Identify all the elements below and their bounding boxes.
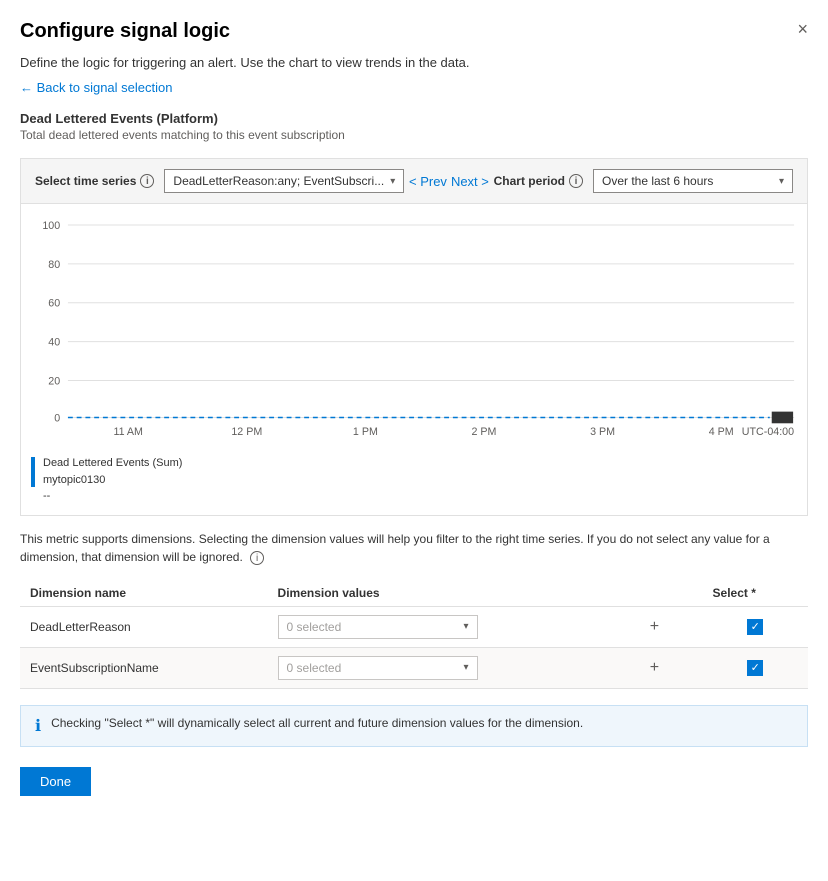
dialog-header: Configure signal logic ×: [20, 20, 808, 43]
svg-text:20: 20: [48, 375, 60, 387]
dialog-subtitle: Define the logic for triggering an alert…: [20, 55, 808, 70]
signal-name: Dead Lettered Events (Platform): [20, 111, 808, 126]
svg-text:60: 60: [48, 298, 60, 310]
dimension-name-cell: EventSubscriptionName: [20, 647, 268, 688]
configure-signal-dialog: Configure signal logic × Define the logi…: [0, 0, 828, 881]
dimension-name-cell: DeadLetterReason: [20, 606, 268, 647]
add-dimension-value-icon[interactable]: +: [644, 616, 665, 637]
dimension-select-star-cell: [703, 647, 808, 688]
chart-period-dropdown[interactable]: Over the last 6 hours ▾: [593, 169, 793, 193]
prev-button[interactable]: < Prev: [409, 174, 447, 189]
dimension-select-star-checkbox[interactable]: [747, 660, 763, 676]
time-series-chevron-down-icon: ▾: [390, 176, 395, 187]
dimensions-info-text: This metric supports dimensions. Selecti…: [20, 530, 808, 566]
time-series-dropdown[interactable]: DeadLetterReason:any; EventSubscri... ▾: [164, 169, 404, 193]
col-header-select: Select *: [703, 580, 808, 607]
time-series-label: Select time series i: [35, 174, 154, 188]
table-row: DeadLetterReason 0 selected ▾ +: [20, 606, 808, 647]
chart-period-info-icon[interactable]: i: [569, 174, 583, 188]
info-banner-text: Checking "Select *" will dynamically sel…: [51, 716, 583, 730]
svg-text:2 PM: 2 PM: [472, 426, 497, 438]
dimension-values-cell: 0 selected ▾: [268, 647, 634, 688]
dimensions-info-icon[interactable]: i: [250, 551, 264, 565]
dimension-values-dropdown[interactable]: 0 selected ▾: [278, 615, 478, 639]
dimension-values-dropdown[interactable]: 0 selected ▾: [278, 656, 478, 680]
svg-text:1 PM: 1 PM: [353, 426, 378, 438]
dimension-select-star-checkbox[interactable]: [747, 619, 763, 635]
info-banner-icon: ℹ: [35, 716, 41, 736]
dimension-values-chevron-down-icon: ▾: [464, 662, 469, 673]
info-banner: ℹ Checking "Select *" will dynamically s…: [20, 705, 808, 747]
dimensions-table: Dimension name Dimension values Select *…: [20, 580, 808, 689]
chart-legend: Dead Lettered Events (Sum) mytopic0130 -…: [31, 447, 797, 515]
dimension-select-star-cell: [703, 606, 808, 647]
dimension-add-cell: +: [634, 606, 703, 647]
svg-text:11 AM: 11 AM: [113, 426, 143, 438]
next-button[interactable]: Next >: [451, 174, 489, 189]
svg-text:80: 80: [48, 259, 60, 271]
dialog-title: Configure signal logic: [20, 20, 230, 43]
svg-text:3 PM: 3 PM: [590, 426, 615, 438]
legend-text: Dead Lettered Events (Sum) mytopic0130 -…: [43, 455, 182, 505]
svg-text:0: 0: [54, 412, 60, 424]
done-button[interactable]: Done: [20, 767, 91, 796]
chart-area: 100 80 60 40 20 0 11 AM 12 PM: [20, 204, 808, 516]
chart-controls-bar: Select time series i DeadLetterReason:an…: [20, 158, 808, 204]
prev-next-controls: < Prev Next >: [409, 174, 489, 189]
chart-period-label: Chart period i: [494, 174, 583, 188]
svg-text:100: 100: [42, 220, 60, 232]
time-series-info-icon[interactable]: i: [140, 174, 154, 188]
close-button[interactable]: ×: [797, 20, 808, 38]
svg-text:UTC-04:00: UTC-04:00: [742, 426, 794, 438]
signal-description: Total dead lettered events matching to t…: [20, 128, 808, 142]
chart-svg: 100 80 60 40 20 0 11 AM 12 PM: [31, 214, 797, 447]
col-header-dimension-name: Dimension name: [20, 580, 268, 607]
add-dimension-value-icon[interactable]: +: [644, 657, 665, 678]
dimension-values-cell: 0 selected ▾: [268, 606, 634, 647]
col-header-dimension-values: Dimension values: [268, 580, 634, 607]
chart-period-chevron-down-icon: ▾: [779, 176, 784, 187]
table-row: EventSubscriptionName 0 selected ▾ +: [20, 647, 808, 688]
dimension-add-cell: +: [634, 647, 703, 688]
svg-text:4 PM: 4 PM: [709, 426, 734, 438]
svg-text:40: 40: [48, 337, 60, 349]
back-to-signal-link[interactable]: ← Back to signal selection: [20, 80, 172, 95]
time-series-section: Select time series i DeadLetterReason:an…: [35, 169, 404, 193]
chart-period-section: Chart period i Over the last 6 hours ▾: [494, 169, 793, 193]
svg-text:12 PM: 12 PM: [231, 426, 262, 438]
dimension-values-chevron-down-icon: ▾: [464, 621, 469, 632]
table-header-row: Dimension name Dimension values Select *: [20, 580, 808, 607]
legend-color-bar: [31, 457, 35, 487]
